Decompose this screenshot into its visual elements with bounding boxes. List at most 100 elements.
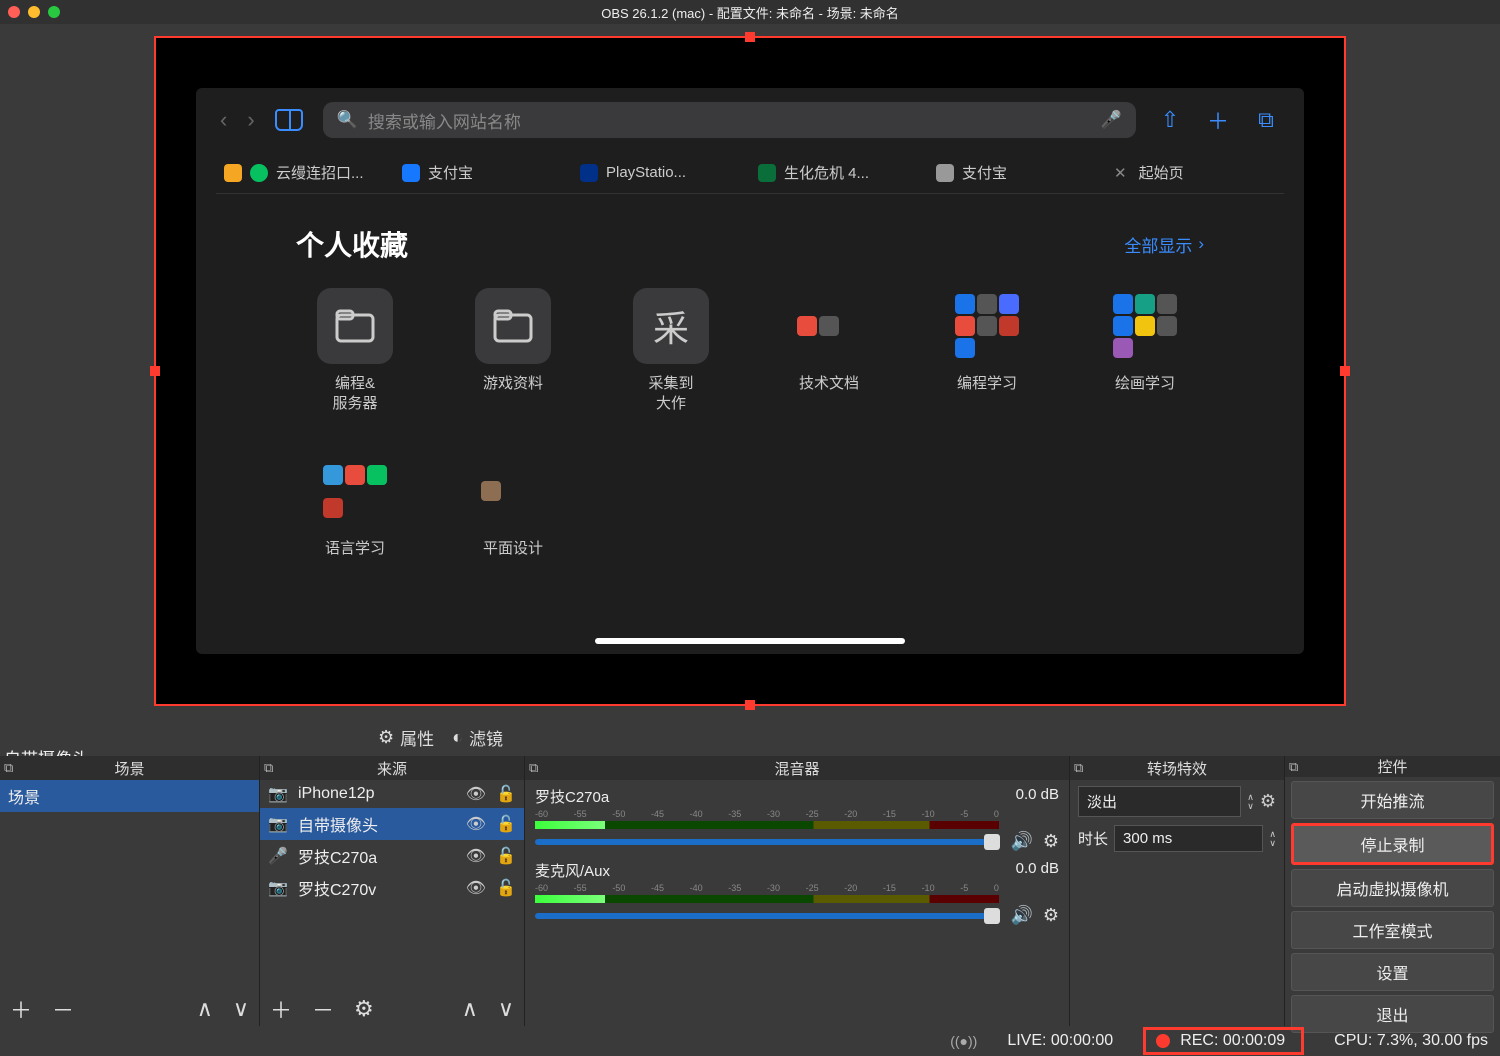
browser-tab: 生化危机 4...: [750, 152, 928, 194]
browser-tab: 支付宝: [928, 152, 1106, 194]
broadcast-icon: ((●)): [950, 1033, 977, 1049]
search-bar: 🔍 搜索或输入网站名称 🎤: [323, 102, 1136, 138]
exit-button[interactable]: 退出: [1291, 995, 1494, 1033]
source-item[interactable]: 📷iPhone12p👁🔓: [260, 780, 524, 808]
favorite-item: 编程学习: [928, 288, 1046, 413]
start-virtualcam-button[interactable]: 启动虚拟摄像机: [1291, 869, 1494, 907]
minimize-window-button[interactable]: [28, 6, 40, 18]
popout-icon[interactable]: ⧉: [529, 760, 538, 776]
show-all-link: 全部显示›: [1124, 232, 1204, 257]
filters-icon: ◐: [452, 727, 463, 748]
popout-icon[interactable]: ⧉: [4, 760, 13, 776]
duration-label: 时长: [1078, 828, 1108, 849]
duration-input[interactable]: 300 ms: [1114, 825, 1263, 852]
source-item[interactable]: 📷罗技C270v👁🔓: [260, 872, 524, 904]
window-title: OBS 26.1.2 (mac) - 配置文件: 未命名 - 场景: 未命名: [601, 3, 899, 22]
spinner-buttons[interactable]: ∧∨: [1269, 830, 1276, 848]
lock-icon[interactable]: 🔓: [496, 878, 516, 898]
forward-icon: ›: [247, 107, 254, 133]
controls-panel: ⧉控件 开始推流 停止录制 启动虚拟摄像机 工作室模式 设置 退出: [1285, 756, 1500, 1026]
source-settings-button[interactable]: ⚙: [354, 996, 374, 1022]
volume-slider[interactable]: [535, 913, 1000, 919]
preview-canvas[interactable]: ‹ › 🔍 搜索或输入网站名称 🎤 ⇧ ＋ ⧉ 云缦连招口... 支付宝 Pla…: [154, 36, 1346, 706]
browser-tab: 云缦连招口...: [216, 152, 394, 194]
gear-icon[interactable]: ⚙: [1260, 791, 1276, 812]
properties-button[interactable]: ⚙属性: [378, 725, 434, 750]
eye-icon[interactable]: 👁: [466, 814, 486, 834]
eye-icon[interactable]: 👁: [466, 846, 486, 866]
filters-button[interactable]: ◐滤镜: [452, 725, 503, 750]
favorite-item: 平面设计: [454, 453, 572, 559]
mic-icon: 🎤: [268, 846, 288, 866]
panel-title: 混音器: [774, 758, 819, 779]
scene-item[interactable]: 场景: [0, 780, 259, 812]
popout-icon[interactable]: ⧉: [1289, 759, 1298, 775]
search-placeholder: 搜索或输入网站名称: [368, 108, 521, 133]
camera-icon: 📷: [268, 814, 288, 834]
eye-icon[interactable]: 👁: [466, 784, 486, 804]
audio-meter: [535, 821, 999, 829]
lock-icon[interactable]: 🔓: [496, 846, 516, 866]
maximize-window-button[interactable]: [48, 6, 60, 18]
move-down-button[interactable]: ∨: [233, 996, 249, 1022]
record-icon: [1156, 1034, 1170, 1048]
gear-icon[interactable]: ⚙: [1043, 905, 1059, 926]
panel-title: 场景: [114, 758, 144, 779]
transitions-panel: ⧉转场特效 淡出 ∧∨ ⚙ 时长 300 ms ∧∨: [1070, 756, 1285, 1026]
rec-time: REC: 00:00:09: [1180, 1032, 1285, 1050]
favorite-item: 采采集到 大作: [612, 288, 730, 413]
favorite-item: 绘画学习: [1086, 288, 1204, 413]
settings-button[interactable]: 设置: [1291, 953, 1494, 991]
favorite-item: 技术文档: [770, 288, 888, 413]
new-tab-icon: ＋: [1204, 104, 1232, 136]
remove-source-button[interactable]: －: [312, 993, 334, 1025]
camera-icon: 📷: [268, 878, 288, 898]
mixer-panel: ⧉混音器 罗技C270a0.0 dB -60-55-50-45-40-35-30…: [525, 756, 1070, 1026]
sources-panel: ⧉来源 📷iPhone12p👁🔓 📷自带摄像头👁🔓 🎤罗技C270a👁🔓 📷罗技…: [260, 756, 525, 1026]
lock-icon[interactable]: 🔓: [496, 784, 516, 804]
bookmarks-icon: [275, 109, 303, 131]
source-item[interactable]: 🎤罗技C270a👁🔓: [260, 840, 524, 872]
studio-mode-button[interactable]: 工作室模式: [1291, 911, 1494, 949]
lock-icon[interactable]: 🔓: [496, 814, 516, 834]
browser-tab: ✕起始页: [1106, 152, 1284, 194]
popout-icon[interactable]: ⧉: [1074, 760, 1083, 776]
mixer-channel: 麦克风/Aux0.0 dB -60-55-50-45-40-35-30-25-2…: [535, 858, 1059, 926]
stop-recording-button[interactable]: 停止录制: [1291, 823, 1494, 865]
speaker-icon[interactable]: 🔊: [1010, 831, 1032, 852]
move-down-button[interactable]: ∨: [498, 996, 514, 1022]
remove-scene-button[interactable]: －: [52, 993, 74, 1025]
status-bar: ((●)) LIVE: 00:00:00 REC: 00:00:09 CPU: …: [0, 1026, 1500, 1056]
eye-icon[interactable]: 👁: [466, 878, 486, 898]
popout-icon[interactable]: ⧉: [264, 760, 273, 776]
mic-icon: 🎤: [1101, 110, 1122, 130]
favorites-title: 个人收藏: [296, 224, 408, 264]
browser-tab: PlayStatio...: [572, 152, 750, 194]
move-up-button[interactable]: ∧: [197, 996, 213, 1022]
scenes-panel: ⧉ 场景 场景 ＋ － ∧ ∨: [0, 756, 260, 1026]
volume-slider[interactable]: [535, 839, 1000, 845]
add-source-button[interactable]: ＋: [270, 993, 292, 1025]
home-indicator: [595, 638, 905, 644]
favorite-item: 语言学习: [296, 453, 414, 559]
start-streaming-button[interactable]: 开始推流: [1291, 781, 1494, 819]
audio-meter: [535, 895, 999, 903]
gear-icon[interactable]: ⚙: [1043, 831, 1059, 852]
close-icon: ✕: [1114, 164, 1127, 182]
panel-title: 控件: [1377, 756, 1407, 777]
share-icon: ⇧: [1156, 107, 1184, 133]
titlebar: OBS 26.1.2 (mac) - 配置文件: 未命名 - 场景: 未命名: [0, 0, 1500, 24]
add-scene-button[interactable]: ＋: [10, 993, 32, 1025]
gear-icon: ⚙: [378, 727, 394, 748]
favorite-item: 游戏资料: [454, 288, 572, 413]
close-window-button[interactable]: [8, 6, 20, 18]
live-time: LIVE: 00:00:00: [1007, 1032, 1113, 1050]
move-up-button[interactable]: ∧: [462, 996, 478, 1022]
panel-title: 转场特效: [1147, 758, 1207, 779]
browser-tab: 支付宝: [394, 152, 572, 194]
browser-tabs: 云缦连招口... 支付宝 PlayStatio... 生化危机 4... 支付宝…: [196, 152, 1304, 194]
transition-select[interactable]: 淡出: [1078, 786, 1241, 817]
speaker-icon[interactable]: 🔊: [1010, 905, 1032, 926]
source-toolbar: ⚙属性 ◐滤镜: [0, 719, 1500, 756]
source-item[interactable]: 📷自带摄像头👁🔓: [260, 808, 524, 840]
